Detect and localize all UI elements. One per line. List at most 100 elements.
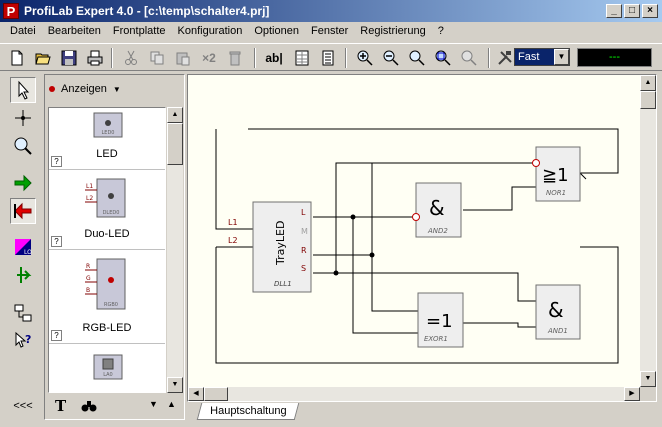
- component-name: =1: [426, 311, 453, 332]
- move-down-icon[interactable]: ▼: [149, 399, 158, 409]
- chevron-down-icon[interactable]: ▼: [554, 49, 569, 65]
- save-icon[interactable]: [58, 47, 80, 69]
- menu-optionen[interactable]: Optionen: [248, 22, 305, 42]
- component-exor1[interactable]: =1 EXOR1: [417, 292, 464, 348]
- text-icon[interactable]: T: [55, 397, 66, 415]
- menu-bar: Datei Bearbeiten Frontplatte Konfigurati…: [0, 22, 662, 42]
- pin-label: M: [301, 227, 308, 236]
- schematic-canvas[interactable]: L1 L2 L M R S TrayLED DLL1 & AND2 ≧1 NOR…: [188, 75, 640, 387]
- connect-icon[interactable]: [10, 300, 36, 326]
- component-and2[interactable]: & AND2: [412, 182, 462, 238]
- duplicate-button[interactable]: ×2: [198, 47, 220, 69]
- left-toolbar: LO ? <<<: [4, 74, 42, 420]
- paste-icon[interactable]: [172, 47, 194, 69]
- component-nor1[interactable]: ≧1 NOR1: [532, 146, 581, 202]
- binoculars-icon[interactable]: [81, 399, 97, 413]
- scroll-thumb[interactable]: [167, 123, 183, 165]
- scroll-left-icon[interactable]: ◀: [188, 387, 204, 401]
- tab-hauptschaltung[interactable]: Hauptschaltung: [196, 403, 300, 420]
- library-item-led[interactable]: LED0 LED ?: [49, 108, 165, 170]
- zoom-fit-icon[interactable]: [432, 47, 454, 69]
- pointer-icon[interactable]: [10, 77, 36, 103]
- library-item-label: Duo-LED: [84, 228, 130, 240]
- wire: [313, 254, 418, 312]
- collapse-toolbar-button[interactable]: <<<: [10, 400, 36, 412]
- wire: [352, 217, 418, 334]
- step-icon[interactable]: [10, 262, 36, 288]
- library-item-lamp[interactable]: LA0: [49, 344, 165, 392]
- help-icon[interactable]: ?: [51, 156, 62, 167]
- scroll-down-icon[interactable]: ▼: [167, 377, 183, 393]
- grid-icon[interactable]: [291, 47, 313, 69]
- library-category-select[interactable]: Anzeigen ▼: [49, 83, 121, 95]
- title-bar: P ProfiLab Expert 4.0 - [c:\temp\schalte…: [0, 0, 662, 22]
- new-file-icon[interactable]: [6, 47, 28, 69]
- library-item-duo-led[interactable]: L1 L2 DLED0 Duo-LED ?: [49, 170, 165, 250]
- zoom-disabled-icon[interactable]: [458, 47, 480, 69]
- library-item-rgb-led[interactable]: R G B RGB0 RGB-LED ?: [49, 250, 165, 344]
- component-and1[interactable]: & AND1: [535, 284, 581, 340]
- zoom-icon[interactable]: [406, 47, 428, 69]
- library-footer: T ▼ ▲: [49, 397, 181, 417]
- trash-icon[interactable]: [224, 47, 246, 69]
- canvas-hscrollbar[interactable]: ◀ ▶: [188, 387, 640, 401]
- scroll-thumb[interactable]: [204, 387, 228, 401]
- component-name: ≧1: [542, 165, 569, 186]
- toolbar-separator: [254, 48, 256, 68]
- junction: [369, 252, 375, 258]
- close-button[interactable]: ×: [642, 4, 658, 18]
- menu-help[interactable]: ?: [432, 22, 450, 42]
- canvas-vscrollbar[interactable]: ▲ ▼: [640, 75, 656, 387]
- scroll-down-icon[interactable]: ▼: [640, 371, 656, 387]
- pin-label: L: [301, 208, 306, 217]
- move-up-icon[interactable]: ▲: [167, 399, 176, 409]
- help-pointer-icon[interactable]: ?: [10, 328, 36, 354]
- speed-select[interactable]: Fast ▼: [514, 48, 570, 66]
- minimize-button[interactable]: _: [606, 4, 622, 18]
- scroll-right-icon[interactable]: ▶: [624, 387, 640, 401]
- zoom-in-icon[interactable]: [354, 47, 376, 69]
- window-title: ProfiLab Expert 4.0 - [c:\temp\schalter4…: [24, 4, 270, 18]
- speed-select-value: Fast: [518, 51, 540, 63]
- component-name: &: [429, 196, 445, 220]
- library-item-label: RGB-LED: [82, 322, 132, 334]
- component-tag: AND2: [427, 227, 448, 235]
- run-tools-icon[interactable]: [494, 47, 516, 69]
- library-item-label: LED: [96, 148, 118, 160]
- help-icon[interactable]: ?: [51, 236, 62, 247]
- scroll-thumb[interactable]: [640, 91, 656, 109]
- component-tag: AND1: [547, 327, 568, 335]
- library-item-tag: LED0: [102, 130, 115, 136]
- menu-bearbeiten[interactable]: Bearbeiten: [42, 22, 107, 42]
- zoom-out-icon[interactable]: [380, 47, 402, 69]
- menu-frontplatte[interactable]: Frontplatte: [107, 22, 172, 42]
- menu-fenster[interactable]: Fenster: [305, 22, 354, 42]
- scroll-up-icon[interactable]: ▲: [640, 75, 656, 91]
- cut-icon[interactable]: [120, 47, 142, 69]
- library-list: LED0 LED ? L1 L2 DLED0 Duo-LED ? R G B R…: [48, 107, 166, 393]
- component-name: TrayLED: [274, 221, 287, 266]
- arrow-left-icon[interactable]: [10, 198, 36, 224]
- list-icon[interactable]: [317, 47, 339, 69]
- component-tag: EXOR1: [424, 335, 448, 343]
- pin-label: B: [86, 287, 90, 294]
- app-icon[interactable]: P: [3, 3, 19, 19]
- io-toggle-icon[interactable]: LO: [10, 234, 36, 260]
- wire: [463, 186, 536, 211]
- menu-datei[interactable]: Datei: [4, 22, 42, 42]
- help-icon[interactable]: ?: [51, 330, 62, 341]
- crosshair-icon[interactable]: [10, 105, 36, 131]
- menu-konfiguration[interactable]: Konfiguration: [172, 22, 249, 42]
- library-scrollbar[interactable]: ▲ ▼: [167, 107, 183, 393]
- svg-text:?: ?: [25, 333, 31, 346]
- wire: [215, 129, 253, 230]
- text-tool-button[interactable]: ab|: [263, 47, 285, 69]
- maximize-button[interactable]: □: [624, 4, 640, 18]
- menu-registrierung[interactable]: Registrierung: [354, 22, 431, 42]
- magnifier-icon[interactable]: [10, 133, 36, 159]
- open-folder-icon[interactable]: [32, 47, 54, 69]
- copy-icon[interactable]: [146, 47, 168, 69]
- scroll-up-icon[interactable]: ▲: [167, 107, 183, 123]
- arrow-right-icon[interactable]: [10, 170, 36, 196]
- print-icon[interactable]: [84, 47, 106, 69]
